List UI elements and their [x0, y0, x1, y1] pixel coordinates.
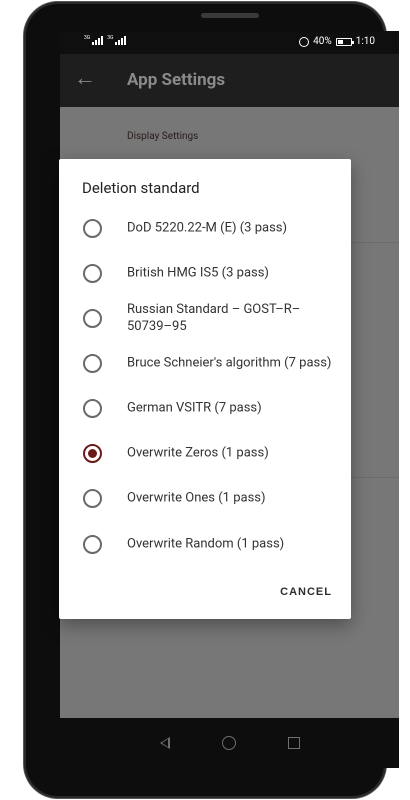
page-title: App Settings — [127, 70, 226, 90]
option-overwrite-random[interactable]: Overwrite Random (1 pass) — [59, 521, 351, 566]
status-bar: 3G 3G 40% 1:10 — [60, 31, 399, 54]
nav-home-icon[interactable] — [221, 736, 236, 750]
option-label: Russian Standard – GOST–R–50739–95 — [127, 301, 301, 334]
radio-button[interactable] — [83, 263, 102, 283]
battery-icon — [335, 37, 354, 46]
radio-button[interactable] — [83, 534, 102, 554]
signal-indicators: 3G 3G — [84, 36, 127, 45]
radio-button[interactable] — [83, 308, 102, 328]
radio-button[interactable] — [83, 353, 102, 373]
nav-back-icon[interactable] — [159, 737, 170, 749]
deletion-standard-dialog: Deletion standard DoD 5220.22-M (E) (3 p… — [59, 159, 351, 619]
option-german-vsitr[interactable]: German VSITR (7 pass) — [59, 385, 351, 430]
dialog-title: Deletion standard — [82, 179, 200, 197]
option-label: Overwrite Random (1 pass) — [127, 536, 285, 551]
phone-speaker — [201, 13, 259, 18]
status-right: 40% 1:10 — [299, 36, 375, 47]
radio-button[interactable] — [83, 443, 102, 463]
option-overwrite-zeros[interactable]: Overwrite Zeros (1 pass) — [59, 430, 351, 475]
battery-percent: 40% — [313, 36, 332, 47]
option-russian-gost[interactable]: Russian Standard – GOST–R–50739–95 — [59, 295, 351, 340]
nav-recents-icon[interactable] — [287, 737, 300, 749]
option-label: British HMG IS5 (3 pass) — [127, 265, 269, 280]
option-bruce-schneier[interactable]: Bruce Schneier's algorithm (7 pass) — [59, 340, 351, 385]
option-label: Overwrite Ones (1 pass) — [127, 490, 266, 505]
option-label: Bruce Schneier's algorithm (7 pass) — [127, 355, 332, 370]
arrow-back-icon[interactable]: ← — [74, 67, 96, 91]
option-label: Overwrite Zeros (1 pass) — [127, 445, 269, 460]
option-label: DoD 5220.22-M (E) (3 pass) — [127, 220, 288, 235]
radio-button[interactable] — [83, 218, 102, 238]
option-dod[interactable]: DoD 5220.22-M (E) (3 pass) — [59, 205, 351, 250]
sim2-signal-icon: 3G — [107, 36, 127, 45]
cancel-button[interactable]: CANCEL — [280, 586, 332, 598]
navigation-bar — [60, 718, 399, 768]
clock: 1:10 — [355, 36, 375, 47]
sim1-signal-icon: 3G — [84, 36, 104, 45]
option-overwrite-ones[interactable]: Overwrite Ones (1 pass) — [59, 475, 351, 520]
radio-button[interactable] — [83, 488, 102, 508]
alarm-icon — [299, 36, 310, 47]
radio-button[interactable] — [83, 398, 102, 418]
option-label: German VSITR (7 pass) — [127, 400, 262, 415]
app-bar: ← App Settings — [60, 54, 399, 107]
preference-category: Display Settings — [127, 131, 199, 142]
option-british-hmg[interactable]: British HMG IS5 (3 pass) — [59, 250, 351, 295]
